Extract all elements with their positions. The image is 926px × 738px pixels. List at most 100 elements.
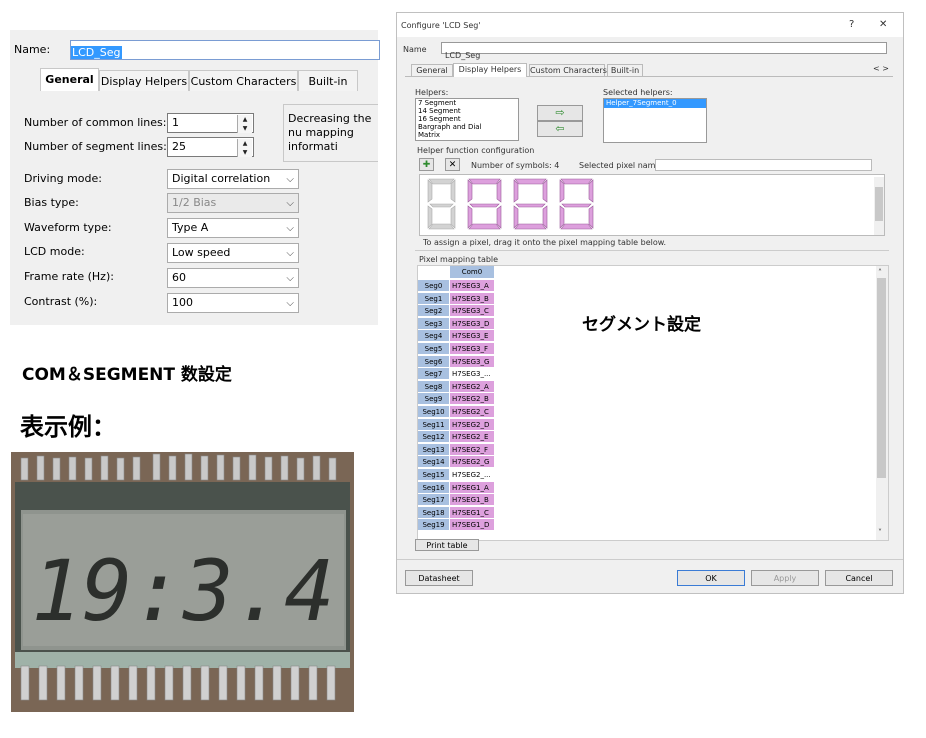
selected-pixel-input[interactable] (655, 159, 872, 171)
tab-custom-characters[interactable]: Custom Characters (189, 70, 298, 91)
pixel-cell[interactable]: H7SEG3_D (450, 317, 494, 330)
tab-display-helpers[interactable]: Display Helpers (99, 70, 189, 91)
pixel-cell[interactable]: H7SEG3_F (450, 343, 494, 355)
row-header: Seg10 (418, 406, 449, 418)
pixel-cell[interactable]: H7SEG3_... (450, 368, 494, 381)
contrast-value: 100 (172, 296, 193, 309)
row-header: Seg4 (418, 330, 449, 343)
dlg-tab-display-helpers[interactable]: Display Helpers (453, 63, 527, 77)
close-icon[interactable]: ✕ (879, 19, 887, 30)
cancel-button[interactable]: Cancel (825, 570, 893, 586)
selected-helpers-list[interactable]: Helper_7Segment_0 (603, 98, 707, 143)
frame-rate-value: 60 (172, 271, 186, 284)
waveform-type-select[interactable]: Type A ⌵ (167, 218, 299, 238)
tab-general[interactable]: General (40, 68, 99, 91)
list-item[interactable]: 16 Segment (418, 115, 518, 123)
row-header: Seg1 (418, 292, 449, 305)
row-header: Seg3 (418, 317, 449, 330)
pixel-cell[interactable]: H7SEG2_G (450, 456, 494, 469)
dlg-tab-general[interactable]: General (411, 64, 453, 76)
lcd-digits: 19:3.4 (31, 542, 334, 640)
row-header: Seg8 (418, 380, 449, 393)
lcd-mode-label: LCD mode: (24, 245, 85, 258)
pixel-cell[interactable]: H7SEG3_B (450, 292, 494, 305)
segment-digit-2 (513, 178, 548, 230)
dialog-name-input[interactable]: LCD_Seg (441, 42, 887, 60)
spin-up-icon[interactable]: ▲ (238, 115, 252, 124)
table-scroll-thumb[interactable] (877, 278, 886, 478)
pixel-cell[interactable]: H7SEG1_A (450, 481, 494, 494)
pixel-cell[interactable]: H7SEG1_D (450, 519, 494, 532)
general-config-panel: Name: LCD_Seg General Display Helpers Cu… (10, 30, 380, 325)
spin-buttons[interactable]: ▲ ▼ (237, 115, 252, 133)
delete-symbol-icon[interactable]: ✕ (445, 158, 460, 171)
pixel-mapping-table[interactable]: Com0 Seg0 H7SEG3_A Seg1 H7SEG3_B Seg2 H7SEG3_… (417, 265, 889, 541)
pixel-cell[interactable]: H7SEG2_B (450, 393, 494, 406)
row-header: Seg19 (418, 519, 449, 532)
pixel-cell[interactable]: H7SEG2_D (450, 418, 494, 431)
pixel-cell[interactable]: H7SEG2_C (450, 406, 494, 418)
pixel-cell[interactable]: H7SEG2_E (450, 431, 494, 444)
datasheet-button[interactable]: Datasheet (405, 570, 473, 586)
dlg-tab-custom-characters[interactable]: Custom Characters (529, 64, 607, 76)
tab-built-in[interactable]: Built-in (298, 70, 358, 91)
row-header: Seg18 (418, 506, 449, 519)
bias-type-select: 1/2 Bias ⌵ (167, 193, 299, 213)
helpers-list[interactable]: 7 Segment 14 Segment 16 Segment Bargraph… (415, 98, 519, 141)
segment-lines-label: Number of segment lines: (24, 140, 167, 153)
ok-button[interactable]: OK (677, 570, 745, 586)
tab-scroll-arrows[interactable]: < > (873, 64, 889, 73)
help-icon[interactable]: ? (849, 19, 854, 30)
list-item[interactable]: 7 Segment (418, 99, 518, 107)
dialog-name-label: Name (403, 45, 427, 54)
print-table-button[interactable]: Print table (415, 539, 479, 551)
table-scrollbar[interactable]: ˄ ˅ (876, 266, 888, 540)
list-item[interactable]: 14 Segment (418, 107, 518, 115)
pixel-cell[interactable]: H7SEG1_B (450, 494, 494, 507)
spin-buttons[interactable]: ▲ ▼ (237, 139, 252, 157)
row-header: Seg7 (418, 368, 449, 381)
spin-down-icon[interactable]: ▼ (238, 148, 252, 157)
row-header: Seg16 (418, 481, 449, 494)
driving-mode-select[interactable]: Digital correlation ⌵ (167, 169, 299, 189)
list-item[interactable]: Matrix (418, 131, 518, 139)
dlg-tab-built-in[interactable]: Built-in (607, 64, 643, 76)
spin-up-icon[interactable]: ▲ (238, 139, 252, 148)
chevron-down-icon: ⌵ (286, 248, 294, 259)
frame-rate-select[interactable]: 60 ⌵ (167, 268, 299, 288)
lcd-mode-select[interactable]: Low speed ⌵ (167, 243, 299, 263)
segment-lines-value: 25 (172, 140, 186, 153)
pixel-cell[interactable]: H7SEG1_C (450, 506, 494, 519)
common-lines-stepper[interactable]: 1 ▲ ▼ (167, 113, 254, 133)
apply-button[interactable]: Apply (751, 570, 819, 586)
pixel-cell[interactable]: H7SEG3_G (450, 355, 494, 368)
segment-lines-stepper[interactable]: 25 ▲ ▼ (167, 137, 254, 157)
name-input[interactable]: LCD_Seg (70, 40, 380, 60)
pixel-cell[interactable]: H7SEG2_... (450, 469, 494, 481)
pixel-cell[interactable]: H7SEG2_F (450, 443, 494, 456)
contrast-select[interactable]: 100 ⌵ (167, 293, 299, 313)
pixel-cell[interactable]: H7SEG3_E (450, 330, 494, 343)
scroll-up-icon[interactable]: ˄ (878, 268, 882, 277)
pixel-cell[interactable]: H7SEG2_A (450, 380, 494, 393)
divider (415, 250, 889, 251)
pixel-cell[interactable]: H7SEG3_A (450, 280, 494, 292)
list-item[interactable]: Bargraph and Dial (418, 123, 518, 131)
seven-segment-preview[interactable] (419, 174, 885, 236)
drag-hint: To assign a pixel, drag it onto the pixe… (423, 238, 667, 247)
name-value: LCD_Seg (71, 46, 122, 59)
common-lines-label: Number of common lines: (24, 116, 167, 129)
row-header: Seg9 (418, 393, 449, 406)
add-helper-arrow-icon[interactable]: ⇨ (537, 105, 583, 121)
waveform-type-value: Type A (172, 221, 209, 234)
general-tab-content: Number of common lines: 1 ▲ ▼ Number of s… (10, 94, 378, 325)
remove-helper-arrow-icon[interactable]: ⇦ (537, 121, 583, 137)
spin-down-icon[interactable]: ▼ (238, 124, 252, 133)
scroll-down-icon[interactable]: ˅ (878, 528, 882, 537)
pixel-cell[interactable]: H7SEG3_C (450, 305, 494, 318)
segment-setting-caption: セグメント設定 (582, 315, 701, 335)
add-symbol-icon[interactable]: ✚ (419, 158, 434, 171)
preview-scroll-thumb[interactable] (875, 187, 883, 221)
row-header: Seg14 (418, 456, 449, 469)
selected-helper-item[interactable]: Helper_7Segment_0 (604, 99, 706, 108)
